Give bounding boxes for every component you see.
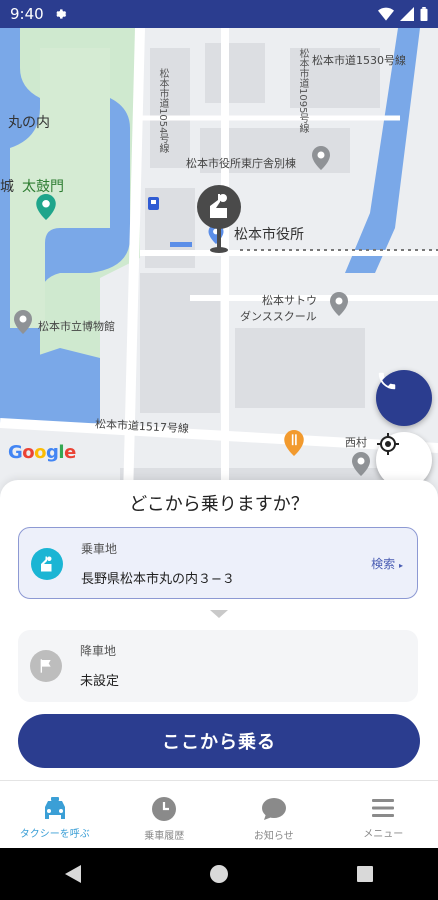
sheet-title: どこから乗りますか？ <box>129 494 309 515</box>
dropoff-value: 未設定 <box>80 674 120 689</box>
bottom-sheet: どこから乗りますか？ 乗車地 長野県松本市丸の内３−３ 検索 ▸ 降車地 未設定… <box>0 480 438 780</box>
arrow-down-icon <box>210 610 228 618</box>
dropoff-location-card[interactable]: 降車地 未設定 <box>18 630 418 702</box>
map-pin-icon[interactable] <box>352 452 370 476</box>
bottom-nav: タクシーを呼ぶ 乗車履歴 お知らせ メニュー <box>0 780 438 849</box>
menu-icon <box>372 799 395 817</box>
status-time: 9:40 <box>10 5 44 23</box>
phone-icon <box>378 372 396 390</box>
clock-icon <box>152 797 177 821</box>
map-pin-icon[interactable] <box>14 310 32 334</box>
nav-label: お知らせ <box>253 831 294 842</box>
system-nav-bar <box>0 848 438 900</box>
poi-label-dance-2: ダンススクール <box>240 310 317 323</box>
landmark-pin-icon[interactable] <box>36 194 56 220</box>
flag-icon <box>30 650 62 682</box>
pickup-location-card[interactable]: 乗車地 長野県松本市丸の内３−３ 検索 ▸ <box>18 527 418 599</box>
nav-item-call-taxi[interactable]: タクシーを呼ぶ <box>0 781 110 849</box>
wifi-icon <box>378 7 394 21</box>
ride-from-here-button[interactable]: ここから乗る <box>18 714 420 768</box>
area-label-marunouchi: 丸の内 <box>8 115 50 131</box>
pickup-search-link[interactable]: 検索 ▸ <box>371 555 403 572</box>
restaurant-pin-icon[interactable] <box>284 430 304 456</box>
google-logo: Google <box>8 442 76 463</box>
pickup-marker-icon[interactable] <box>196 184 242 256</box>
poi-label-museum: 松本市立博物館 <box>38 320 115 333</box>
map-pin-icon[interactable] <box>330 292 348 316</box>
poi-label-dance-1: 松本サトウ <box>262 294 317 307</box>
poi-label-city-hall: 松本市役所 <box>234 227 304 243</box>
taxi-icon <box>44 797 65 819</box>
home-icon[interactable] <box>209 865 228 883</box>
nav-label: 乗車履歴 <box>144 831 185 842</box>
chevron-right-icon: ▸ <box>398 561 403 570</box>
pickup-label: 乗車地 <box>81 542 118 556</box>
recents-icon[interactable] <box>357 866 374 882</box>
pickup-person-icon <box>31 548 63 580</box>
poi-label-nishimura: 西村 <box>345 436 367 449</box>
call-button[interactable] <box>376 370 432 426</box>
chat-icon <box>261 798 286 820</box>
poi-label-annex: 松本市役所東庁舎別棟 <box>186 157 296 170</box>
nav-label: メニュー <box>363 829 404 840</box>
nav-item-ride-history[interactable]: 乗車履歴 <box>110 781 220 849</box>
road-label-1054: 松本市道1054号線 <box>157 68 168 154</box>
area-label-jo: 城 <box>0 179 14 195</box>
road-label-1095: 松本市道1095号線 <box>297 48 308 134</box>
crosshair-icon <box>377 433 399 455</box>
signal-icon <box>400 7 414 21</box>
map-background <box>0 28 438 498</box>
poi-label-taikomon: 太鼓門 <box>22 179 64 195</box>
search-link-label: 検索 <box>371 557 396 571</box>
dropoff-label: 降車地 <box>80 644 117 658</box>
back-icon[interactable] <box>64 865 81 883</box>
nav-item-notifications[interactable]: お知らせ <box>219 781 329 849</box>
map-pin-icon[interactable] <box>312 146 330 170</box>
road-label-1530: 松本市道1530号線 <box>312 54 406 67</box>
nav-label: タクシーを呼ぶ <box>19 829 90 840</box>
nav-item-menu[interactable]: メニュー <box>329 781 438 849</box>
status-bar: 9:40 <box>0 0 438 28</box>
pickup-address: 長野県松本市丸の内３−３ <box>81 572 235 587</box>
settings-icon <box>56 9 66 19</box>
battery-icon <box>420 7 428 21</box>
map-view[interactable]: 松本市道1530号線 松本市道1054号線 松本市道1095号線 丸の内 城 太… <box>0 28 438 498</box>
